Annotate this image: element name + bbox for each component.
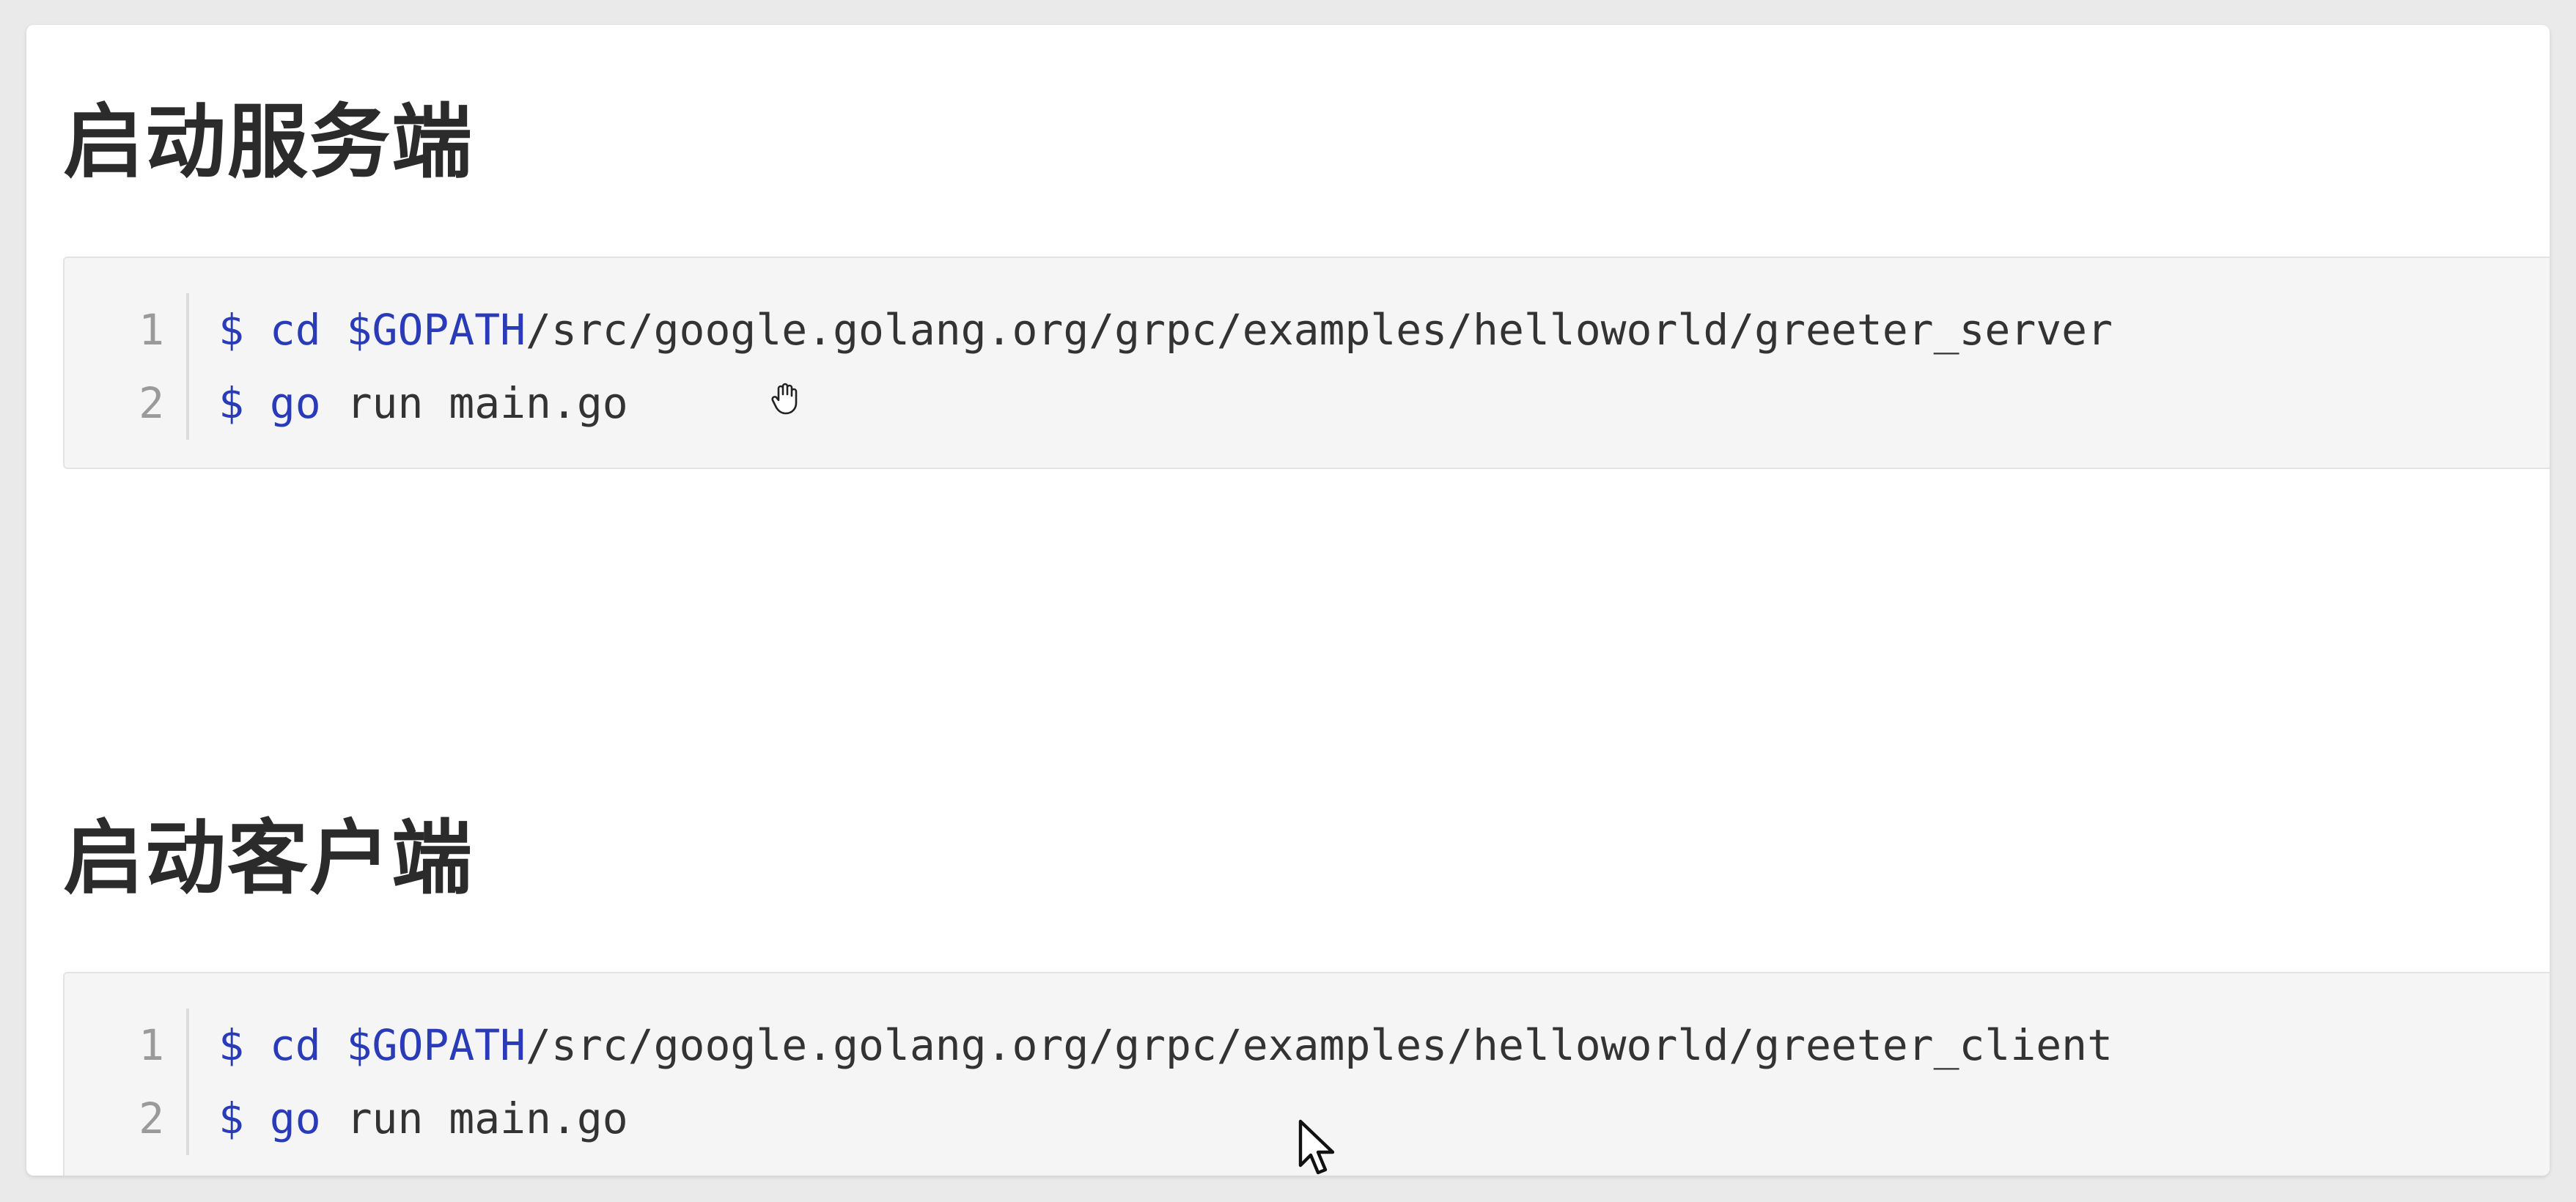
code-line[interactable]: $ cd $GOPATH/src/google.golang.org/grpc/… <box>218 1009 2113 1082</box>
command-keyword: cd <box>269 305 321 355</box>
command-keyword: cd <box>269 1020 321 1070</box>
code-block-client[interactable]: 1 2 $ cd $GOPATH/src/google.golang.org/g… <box>63 972 2550 1176</box>
line-number: 1 <box>139 305 164 355</box>
command-path: /src/google.golang.org/grpc/examples/hel… <box>526 305 2113 355</box>
line-number: 2 <box>139 1094 164 1143</box>
prompt-symbol: $ <box>218 378 244 428</box>
line-number-gutter: 1 2 <box>65 293 189 440</box>
prompt-symbol: $ <box>218 1094 244 1143</box>
line-number: 1 <box>139 1020 164 1070</box>
command-args: run main.go <box>320 1094 628 1143</box>
code-line[interactable]: $ go run main.go <box>218 1082 628 1155</box>
heading-start-server: 启动服务端 <box>63 95 474 189</box>
command-path: /src/google.golang.org/grpc/examples/hel… <box>526 1020 2113 1070</box>
prompt-symbol: $ <box>218 1020 244 1070</box>
line-number: 2 <box>139 378 164 428</box>
code-line[interactable]: $ cd $GOPATH/src/google.golang.org/grpc/… <box>218 293 2113 366</box>
code-line[interactable]: $ go run main.go <box>218 366 628 440</box>
line-number-gutter: 1 2 <box>65 1009 189 1155</box>
command-keyword: go <box>269 1094 321 1143</box>
env-variable: $GOPATH <box>346 305 526 355</box>
code-block-server[interactable]: 1 2 $ cd $GOPATH/src/google.golang.org/g… <box>63 257 2550 469</box>
heading-start-client: 启动客户端 <box>63 811 474 905</box>
env-variable: $GOPATH <box>346 1020 526 1070</box>
command-args: run main.go <box>320 378 628 428</box>
prompt-symbol: $ <box>218 305 244 355</box>
document-page: 启动服务端 1 2 $ cd $GOPATH/src/google.golang… <box>26 25 2550 1176</box>
command-keyword: go <box>269 378 321 428</box>
